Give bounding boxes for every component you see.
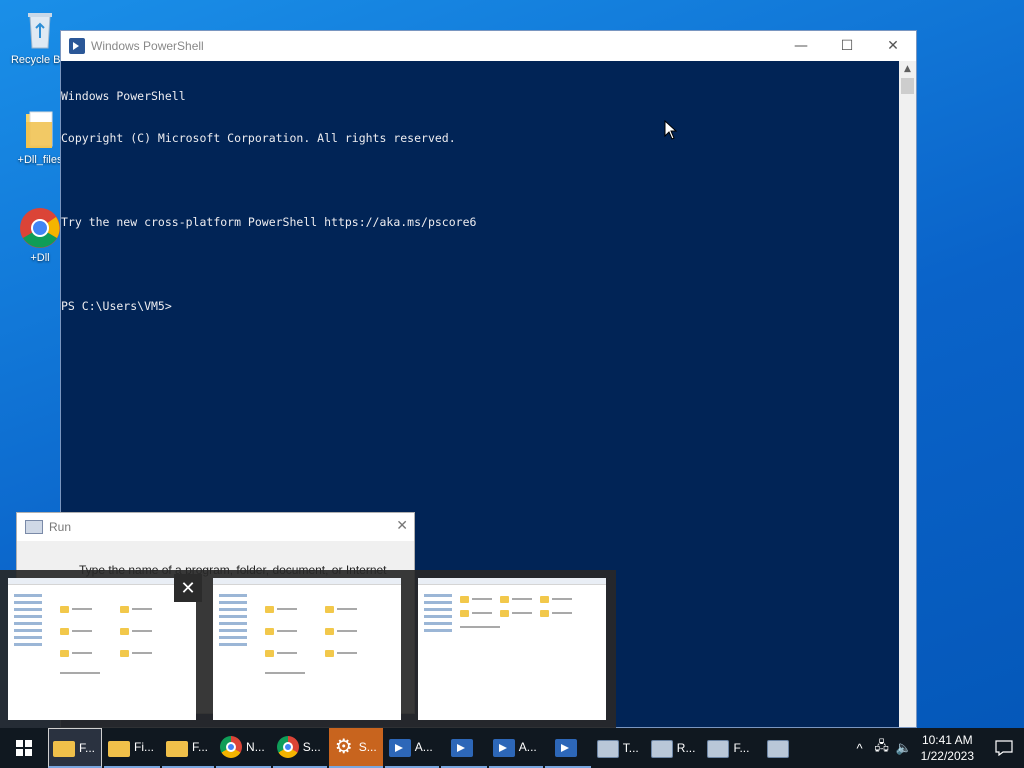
taskbar-item-label: F... [192, 740, 209, 754]
taskbar-item-app-r[interactable]: R... [647, 728, 702, 768]
close-button[interactable]: ✕ [870, 31, 916, 61]
taskbar-item-label: A... [518, 740, 537, 754]
taskbar: F... Fi... F... N... S... ⚙ S... A... A.… [0, 728, 1024, 768]
console-prompt[interactable]: PS C:\Users\VM5> [61, 299, 899, 313]
powershell-icon [69, 38, 85, 54]
taskbar-item-label: T... [622, 741, 639, 755]
taskbar-item-label: F... [79, 740, 96, 755]
thumbnail-close-button[interactable]: ✕ [174, 574, 202, 602]
windows-logo-icon [16, 740, 32, 756]
thumbnail-file-explorer-2[interactable] [213, 578, 401, 720]
taskbar-item-app-t[interactable]: T... [593, 728, 645, 768]
run-title: Run [49, 520, 72, 534]
taskbar-item-label: N... [246, 740, 265, 754]
taskbar-item-powershell-4[interactable] [544, 728, 591, 768]
folder-icon [53, 741, 75, 757]
taskbar-item-chrome-2[interactable]: S... [272, 728, 327, 768]
thumbnail-file-explorer-3[interactable] [418, 578, 606, 720]
maximize-button[interactable]: ☐ [824, 31, 870, 61]
keyboard-icon [767, 740, 790, 758]
mouse-cursor-icon [664, 120, 678, 140]
taskbar-item-file-explorer-2[interactable]: Fi... [104, 728, 161, 768]
window-title: Windows PowerShell [91, 39, 204, 53]
console-line: Windows PowerShell [61, 89, 186, 103]
taskbar-item-label: Fi... [134, 740, 155, 754]
powershell-icon [388, 739, 411, 757]
powershell-icon [554, 739, 577, 757]
taskbar-item-label: S... [358, 740, 377, 754]
gear-icon: ⚙ [334, 736, 353, 758]
taskbar-item-label: A... [414, 740, 433, 754]
taskbar-item-label: R... [676, 741, 696, 755]
run-titlebar[interactable]: Run [17, 513, 414, 541]
system-tray: ^ 🖧 🔈 10:41 AM 1/22/2023 [849, 728, 1024, 768]
folder-icon [108, 740, 131, 757]
console-line: Copyright (C) Microsoft Corporation. All… [61, 131, 456, 145]
recycle-bin-icon [18, 8, 62, 52]
taskbar-item-powershell-3[interactable]: A... [488, 728, 543, 768]
taskbar-item-file-explorer-3[interactable]: F... [162, 728, 215, 768]
app-icon [650, 740, 673, 758]
start-button[interactable] [0, 728, 48, 768]
notification-icon[interactable] [984, 728, 1024, 768]
run-close-button[interactable]: ✕ [396, 518, 408, 534]
chrome-icon [18, 206, 62, 250]
vertical-scrollbar[interactable]: ▲ [899, 61, 916, 727]
thumbnail-file-explorer-1[interactable] [8, 578, 196, 720]
clock-date: 1/22/2023 [920, 749, 974, 763]
taskbar-item-app-keyboard[interactable] [757, 728, 803, 768]
taskbar-item-label: S... [302, 740, 321, 754]
volume-icon[interactable]: 🔈 [893, 740, 915, 756]
folder-icon [166, 740, 189, 757]
chevron-up-icon[interactable]: ^ [849, 741, 871, 756]
powershell-icon [492, 739, 515, 757]
taskbar-thumbnail-preview: ✕ [0, 570, 616, 728]
clock-time: 10:41 AM [921, 733, 973, 747]
network-icon[interactable]: 🖧 [871, 737, 893, 759]
taskbar-item-settings[interactable]: ⚙ S... [328, 728, 383, 768]
taskbar-item-label: F... [733, 741, 750, 755]
console-line: Try the new cross-platform PowerShell ht… [61, 215, 477, 229]
folder-icon [18, 108, 62, 152]
scroll-thumb[interactable] [901, 78, 914, 94]
powershell-icon [450, 739, 473, 757]
scroll-up-icon[interactable]: ▲ [899, 61, 916, 78]
taskbar-item-powershell-2[interactable] [440, 728, 487, 768]
minimize-button[interactable]: — [778, 31, 824, 61]
app-icon [707, 740, 730, 758]
taskbar-item-app-f[interactable]: F... [703, 728, 755, 768]
taskbar-item-file-explorer-1[interactable]: F... [48, 728, 103, 768]
taskbar-item-chrome-1[interactable]: N... [216, 728, 271, 768]
chrome-icon [276, 736, 299, 758]
clock[interactable]: 10:41 AM 1/22/2023 [921, 732, 974, 764]
run-icon [25, 520, 43, 534]
taskbar-item-powershell-1[interactable]: A... [384, 728, 439, 768]
powershell-titlebar[interactable]: Windows PowerShell — ☐ ✕ [61, 31, 916, 61]
chrome-icon [220, 736, 243, 758]
app-icon [596, 740, 619, 758]
